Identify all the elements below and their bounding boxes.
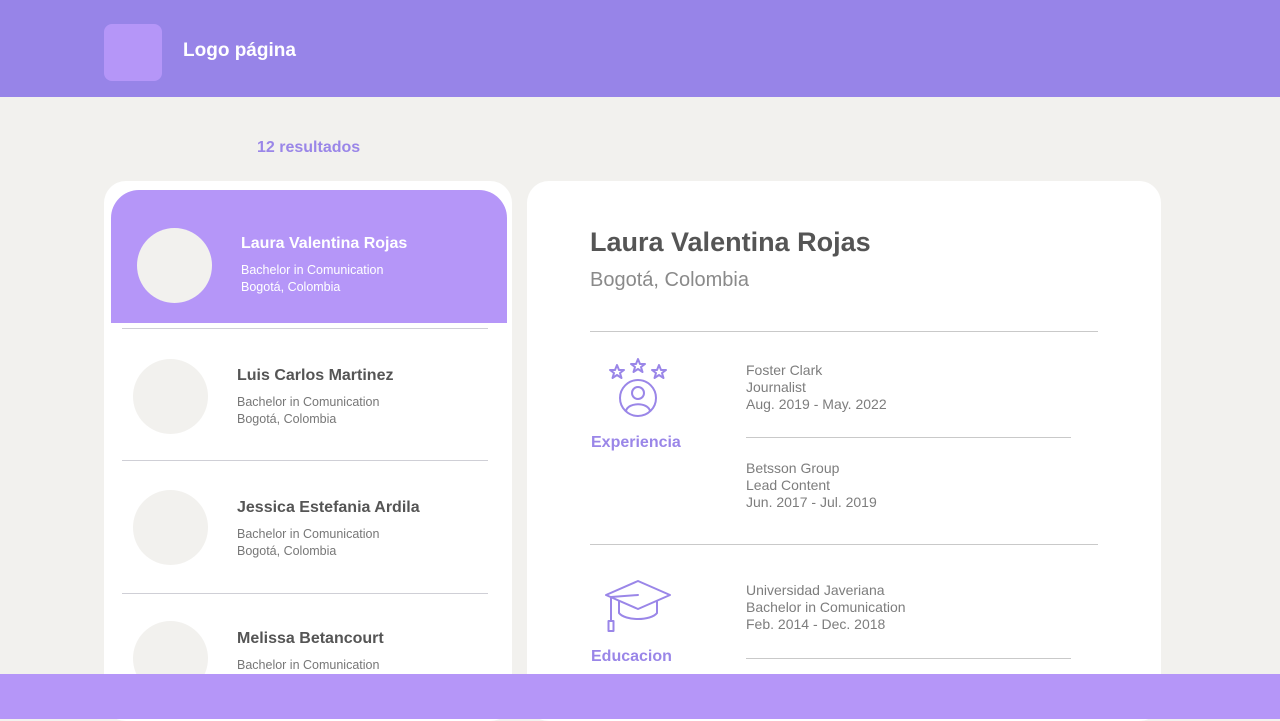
candidate-name: Luis Carlos Martinez (237, 367, 394, 384)
avatar (133, 359, 208, 434)
candidate-city: Bogotá, Colombia (241, 280, 341, 294)
candidate-item-selected[interactable]: Laura Valentina Rojas Bachelor in Comuni… (111, 190, 507, 323)
stars-user-icon (609, 358, 667, 417)
candidate-item[interactable]: Luis Carlos Martinez Bachelor in Comunic… (104, 329, 512, 461)
entry-org: Foster Clark (746, 362, 823, 378)
entry-divider (746, 658, 1071, 659)
candidate-name: Melissa Betancourt (237, 630, 384, 647)
candidate-name: Jessica Estefania Ardila (237, 499, 420, 516)
candidate-list: Laura Valentina Rojas Bachelor in Comuni… (104, 181, 512, 721)
top-header: Logo página (0, 0, 1280, 97)
avatar (137, 228, 212, 303)
candidate-city: Bogotá, Colombia (237, 412, 337, 426)
education-label: Educacion (591, 648, 672, 665)
education-entry: Universidad Javeriana Bachelor in Comuni… (746, 582, 906, 633)
graduation-cap-icon (605, 580, 671, 632)
candidate-degree: Bachelor in Comunication (241, 263, 384, 277)
candidate-degree: Bachelor in Comunication (237, 658, 380, 672)
logo-text[interactable]: Logo página (183, 40, 296, 62)
entry-divider (746, 437, 1071, 438)
entry-role: Journalist (746, 379, 806, 395)
candidate-name: Laura Valentina Rojas (241, 235, 408, 252)
experience-entry: Foster Clark Journalist Aug. 2019 - May.… (746, 362, 887, 413)
candidate-city: Bogotá, Colombia (237, 544, 337, 558)
section-divider (590, 331, 1098, 332)
candidate-detail: Laura Valentina Rojas Bogotá, Colombia E… (527, 181, 1161, 721)
logo-icon[interactable] (104, 24, 162, 81)
experience-entry: Betsson Group Lead Content Jun. 2017 - J… (746, 460, 877, 511)
entry-org: Betsson Group (746, 460, 840, 476)
entry-period: Feb. 2014 - Dec. 2018 (746, 616, 886, 632)
results-count: 12 resultados (257, 139, 361, 156)
detail-city: Bogotá, Colombia (590, 269, 749, 291)
bottom-bar (0, 674, 1280, 719)
entry-period: Aug. 2019 - May. 2022 (746, 396, 887, 412)
candidate-item[interactable]: Jessica Estefania Ardila Bachelor in Com… (104, 461, 512, 593)
entry-org: Universidad Javeriana (746, 582, 885, 598)
candidate-degree: Bachelor in Comunication (237, 527, 380, 541)
entry-role: Lead Content (746, 477, 831, 493)
experience-label: Experiencia (591, 434, 681, 451)
entry-period: Jun. 2017 - Jul. 2019 (746, 494, 877, 510)
detail-name: Laura Valentina Rojas (590, 227, 871, 257)
avatar (133, 490, 208, 565)
entry-role: Bachelor in Comunication (746, 599, 906, 615)
section-divider (590, 544, 1098, 545)
candidate-degree: Bachelor in Comunication (237, 395, 380, 409)
